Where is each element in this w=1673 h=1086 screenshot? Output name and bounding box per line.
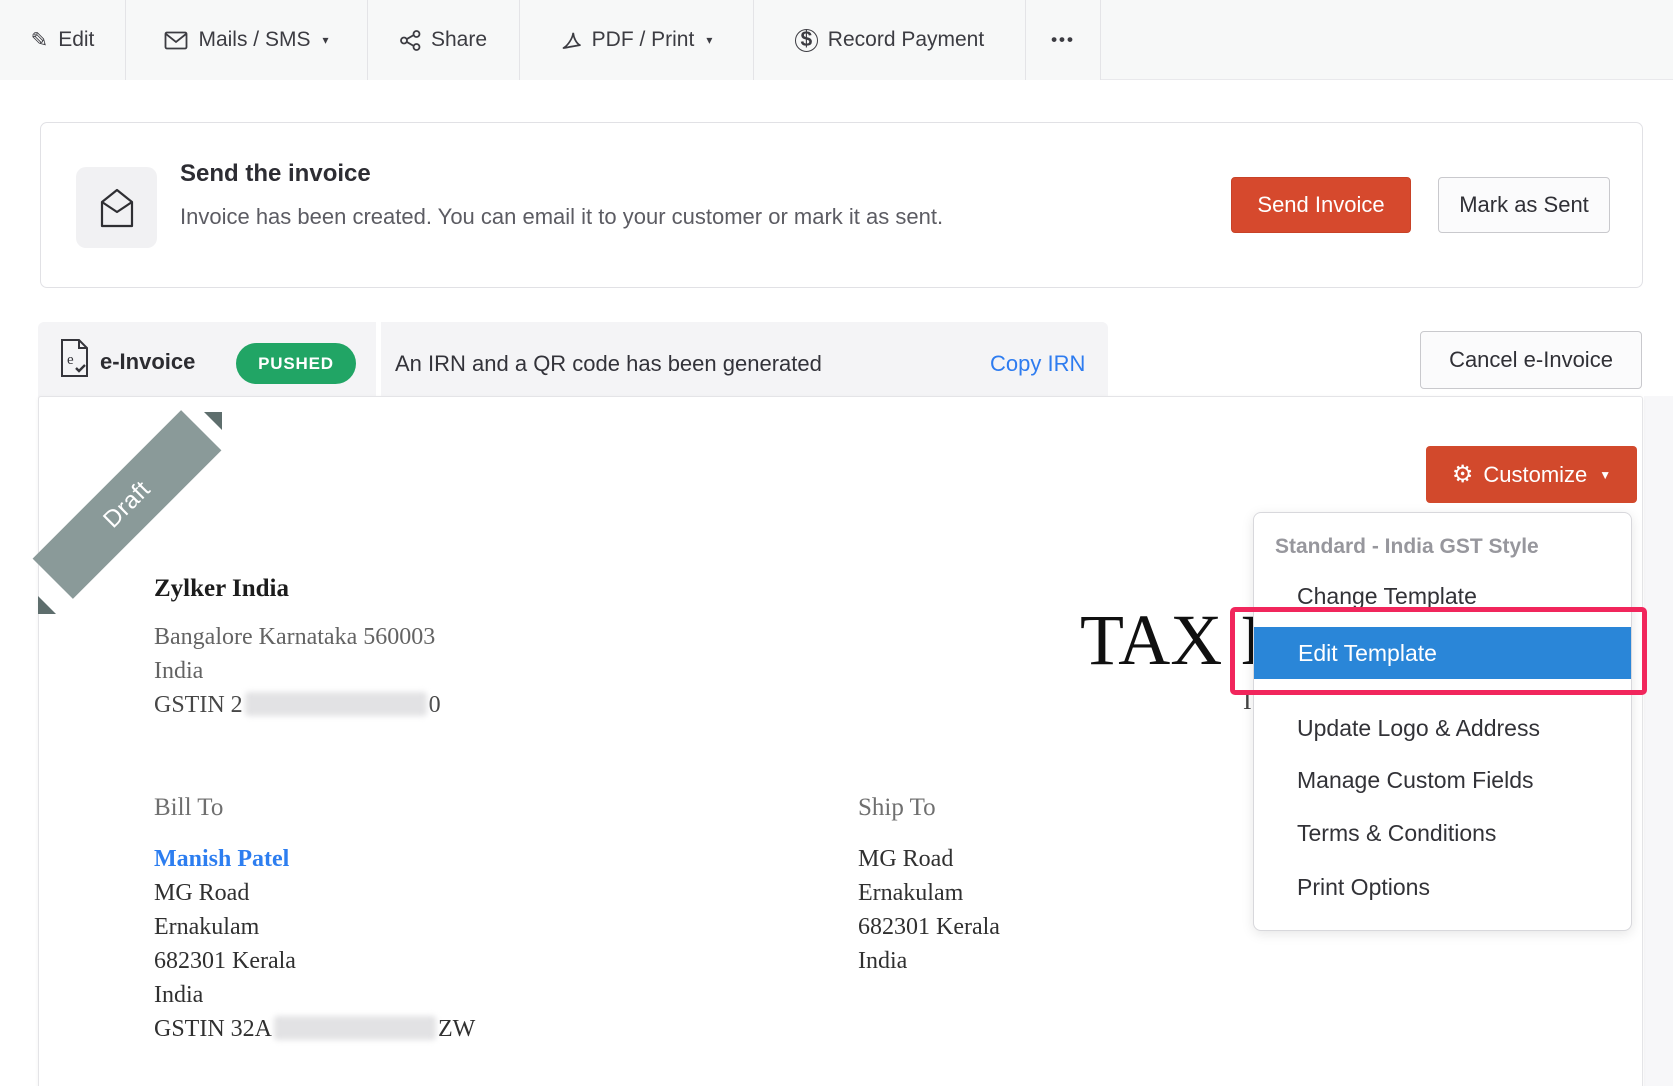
banner-title: Send the invoice (180, 160, 371, 188)
company-address-line: Bangalore Karnataka 560003 (154, 620, 441, 654)
mails-sms-button[interactable]: Mails / SMS ▾ (126, 0, 368, 80)
copy-irn-link[interactable]: Copy IRN (990, 351, 1085, 377)
bill-to-line: Ernakulam (154, 910, 475, 944)
ship-to-line: Ernakulam (858, 876, 1000, 910)
pdf-print-button-label: PDF / Print (592, 28, 695, 52)
redacted-gstin (245, 692, 427, 716)
edit-button[interactable]: ✎ Edit (0, 0, 126, 80)
share-icon (400, 30, 421, 51)
edit-button-label: Edit (58, 28, 94, 52)
share-button[interactable]: Share (368, 0, 520, 80)
bill-to-address: MG Road Ernakulam 682301 Kerala India GS… (154, 876, 475, 1046)
mails-sms-button-label: Mails / SMS (198, 28, 310, 52)
bill-to-label: Bill To (154, 794, 223, 821)
share-button-label: Share (431, 28, 487, 52)
hidden-text-fragment: I (1243, 686, 1252, 716)
invoice-detail-page: ✎ Edit Mails / SMS ▾ Share PDF / Print ▾… (0, 0, 1673, 1086)
menu-item-edit-template-label: Edit Template (1298, 640, 1437, 667)
menu-item-manage-custom-fields[interactable]: Manage Custom Fields (1297, 767, 1534, 793)
menu-item-print-options[interactable]: Print Options (1297, 874, 1430, 900)
gear-icon: ⚙ (1452, 463, 1474, 487)
ship-to-address: MG Road Ernakulam 682301 Kerala India (858, 842, 1000, 978)
toolbar: ✎ Edit Mails / SMS ▾ Share PDF / Print ▾… (0, 0, 1673, 80)
caret-down-icon: ▾ (706, 33, 712, 47)
customize-button-label: Customize (1483, 462, 1587, 488)
company-name: Zylker India (154, 575, 289, 603)
page-gutter (1644, 396, 1673, 1086)
bill-to-line: MG Road (154, 876, 475, 910)
banner-message: Invoice has been created. You can email … (180, 204, 943, 230)
dollar-circle-icon: $ (795, 29, 818, 52)
send-invoice-banner: Send the invoice Invoice has been create… (40, 122, 1643, 288)
record-payment-button[interactable]: $ Record Payment (754, 0, 1026, 80)
menu-item-edit-template[interactable]: Edit Template (1254, 627, 1631, 679)
mark-as-sent-button[interactable]: Mark as Sent (1438, 177, 1610, 233)
customize-button[interactable]: ⚙ Customize ▼ (1426, 446, 1637, 503)
menu-item-update-logo-address[interactable]: Update Logo & Address (1297, 715, 1540, 741)
send-invoice-button[interactable]: Send Invoice (1231, 177, 1411, 233)
einvoice-doc-icon: e (60, 338, 90, 378)
envelope-icon (164, 31, 188, 50)
pencil-icon: ✎ (31, 28, 49, 53)
customer-name-link[interactable]: Manish Patel (154, 846, 289, 872)
mail-open-icon (76, 167, 157, 248)
menu-item-change-template[interactable]: Change Template (1297, 583, 1477, 609)
record-payment-button-label: Record Payment (828, 28, 984, 52)
bill-to-gstin: GSTIN 32AZW (154, 1012, 475, 1046)
ship-to-line: 682301 Kerala (858, 910, 1000, 944)
template-style-header: Standard - India GST Style (1275, 534, 1539, 560)
company-gstin: GSTIN 20 (154, 688, 441, 722)
caret-down-icon: ▼ (1599, 468, 1611, 482)
caret-down-icon: ▾ (322, 33, 328, 47)
ship-to-line: India (858, 944, 1000, 978)
cancel-einvoice-button[interactable]: Cancel e-Invoice (1420, 331, 1642, 389)
ship-to-line: MG Road (858, 842, 1000, 876)
ship-to-label: Ship To (858, 794, 936, 821)
bill-to-line: 682301 Kerala (154, 944, 475, 978)
bill-to-line: India (154, 978, 475, 1012)
pdf-icon (561, 30, 582, 51)
company-address-line: India (154, 654, 441, 688)
menu-item-terms-conditions[interactable]: Terms & Conditions (1297, 820, 1496, 846)
einvoice-label: e-Invoice (100, 349, 195, 375)
pdf-print-button[interactable]: PDF / Print ▾ (520, 0, 754, 80)
svg-text:e: e (67, 352, 74, 368)
einvoice-message: An IRN and a QR code has been generated (395, 351, 822, 377)
company-address: Bangalore Karnataka 560003 India GSTIN 2… (154, 620, 441, 722)
redacted-gstin (274, 1016, 436, 1040)
ellipsis-icon: ••• (1051, 30, 1075, 50)
einvoice-status-badge: PUSHED (236, 343, 356, 384)
more-actions-button[interactable]: ••• (1026, 0, 1101, 80)
